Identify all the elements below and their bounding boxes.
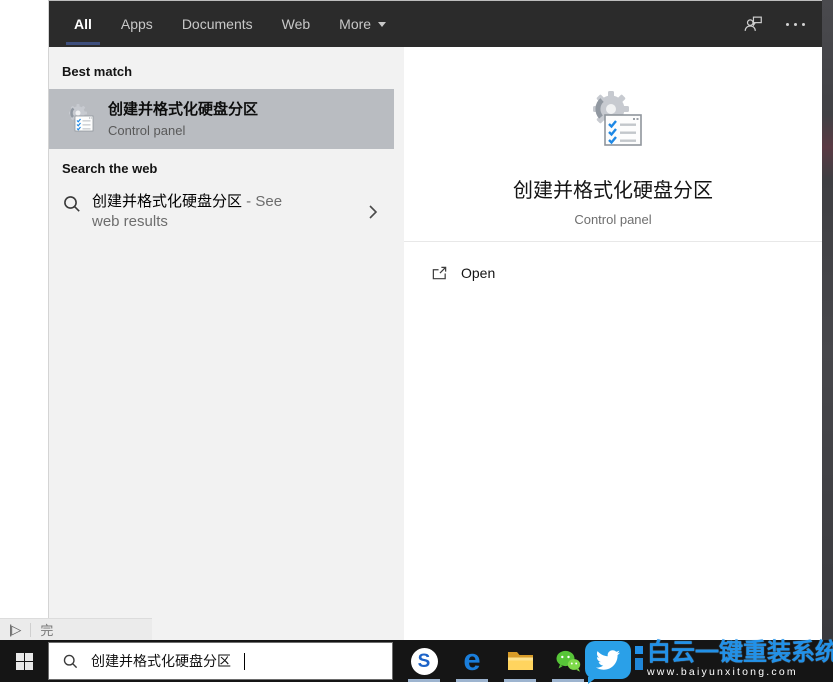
best-match-result[interactable]: 创建并格式化硬盘分区 Control panel (49, 89, 394, 149)
taskbar-search-value: 创建并格式化硬盘分区 (91, 653, 231, 669)
tab-web[interactable]: Web (282, 1, 311, 47)
best-match-section-label: Best match (62, 64, 133, 79)
search-web-query: 创建并格式化硬盘分区 (92, 193, 243, 210)
best-match-title: 创建并格式化硬盘分区 (108, 100, 259, 118)
file-explorer-icon (507, 652, 533, 670)
ime-status-text: 完 (40, 623, 54, 638)
ime-play-icon: |▷ (9, 621, 21, 637)
results-column: Best match 创建并格式化硬盘分区 Control panel Sear… (49, 47, 404, 641)
watermark-logo-fragment (635, 646, 643, 654)
watermark: 白云一键重装系统 www.baiyunxitong.com (571, 639, 833, 684)
taskbar-search-box[interactable]: 创建并格式化硬盘分区 (48, 642, 393, 680)
search-web-section-label: Search the web (62, 161, 158, 176)
tab-more[interactable]: More (339, 1, 387, 47)
control-panel-applet-icon (67, 103, 95, 133)
ime-status-bar: |▷ 完 (0, 618, 152, 640)
search-web-result[interactable]: 创建并格式化硬盘分区 - See web results (49, 186, 394, 240)
text-cursor (244, 652, 245, 670)
chevron-down-icon (378, 21, 387, 27)
preview-subtitle: Control panel (574, 212, 652, 227)
control-panel-applet-icon-large (581, 89, 645, 153)
search-flyout: All Apps Documents Web More Best match 创… (48, 0, 822, 641)
open-label: Open (461, 265, 496, 281)
header-actions (742, 13, 806, 35)
windows-logo-icon (15, 652, 33, 670)
search-filter-header: All Apps Documents Web More (49, 1, 822, 47)
chevron-right-icon[interactable] (368, 204, 378, 220)
watermark-title: 白云一键重装系统 (647, 639, 833, 666)
taskbar-icon-file-explorer[interactable] (496, 640, 544, 682)
preview-pane: 创建并格式化硬盘分区 Control panel Open (404, 47, 822, 641)
tab-apps[interactable]: Apps (121, 1, 153, 47)
desktop-background-sliver (822, 0, 833, 640)
tab-more-label: More (339, 16, 372, 32)
preview-title: 创建并格式化硬盘分区 (513, 180, 713, 202)
open-icon (432, 266, 447, 279)
start-button[interactable] (0, 640, 48, 682)
sogou-browser-icon: S (410, 647, 438, 675)
ime-separator (30, 622, 32, 637)
tab-all[interactable]: All (66, 1, 100, 47)
open-action[interactable]: Open (431, 259, 495, 287)
tab-documents[interactable]: Documents (182, 1, 253, 47)
taskbar-icon-edge[interactable]: e (448, 640, 496, 682)
watermark-bird-icon (585, 641, 631, 684)
preview-divider (404, 241, 822, 242)
filter-tabs: All Apps Documents Web More (66, 1, 387, 47)
watermark-url: www.baiyunxitong.com (647, 666, 798, 678)
watermark-logo-fragment (635, 658, 643, 670)
best-match-subtitle: Control panel (108, 122, 186, 138)
edge-browser-icon: e (463, 642, 481, 677)
search-icon (64, 196, 80, 212)
taskbar-icons: S e (400, 640, 592, 682)
taskbar-icon-sogou-browser[interactable]: S (400, 640, 448, 682)
search-icon (63, 654, 78, 668)
feedback-icon[interactable] (742, 13, 764, 35)
more-options-icon[interactable] (784, 13, 806, 35)
